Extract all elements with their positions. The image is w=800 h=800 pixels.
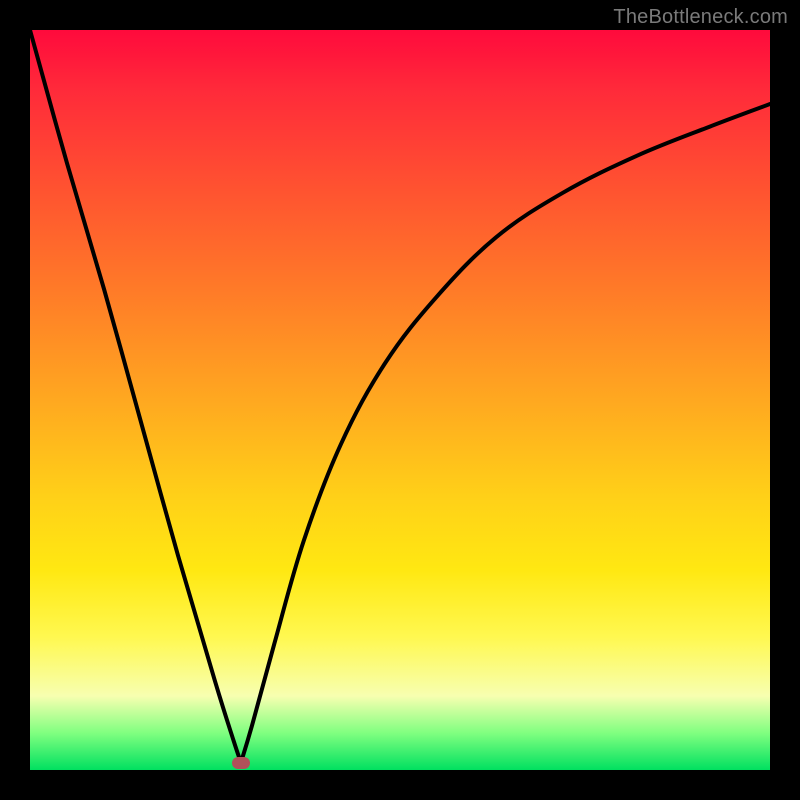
left-branch-curve [30, 30, 241, 763]
plot-area [30, 30, 770, 770]
minimum-marker [232, 757, 250, 769]
chart-frame: TheBottleneck.com [0, 0, 800, 800]
right-branch-curve [241, 104, 770, 763]
watermark-text: TheBottleneck.com [613, 6, 788, 29]
curve-layer [30, 30, 770, 770]
